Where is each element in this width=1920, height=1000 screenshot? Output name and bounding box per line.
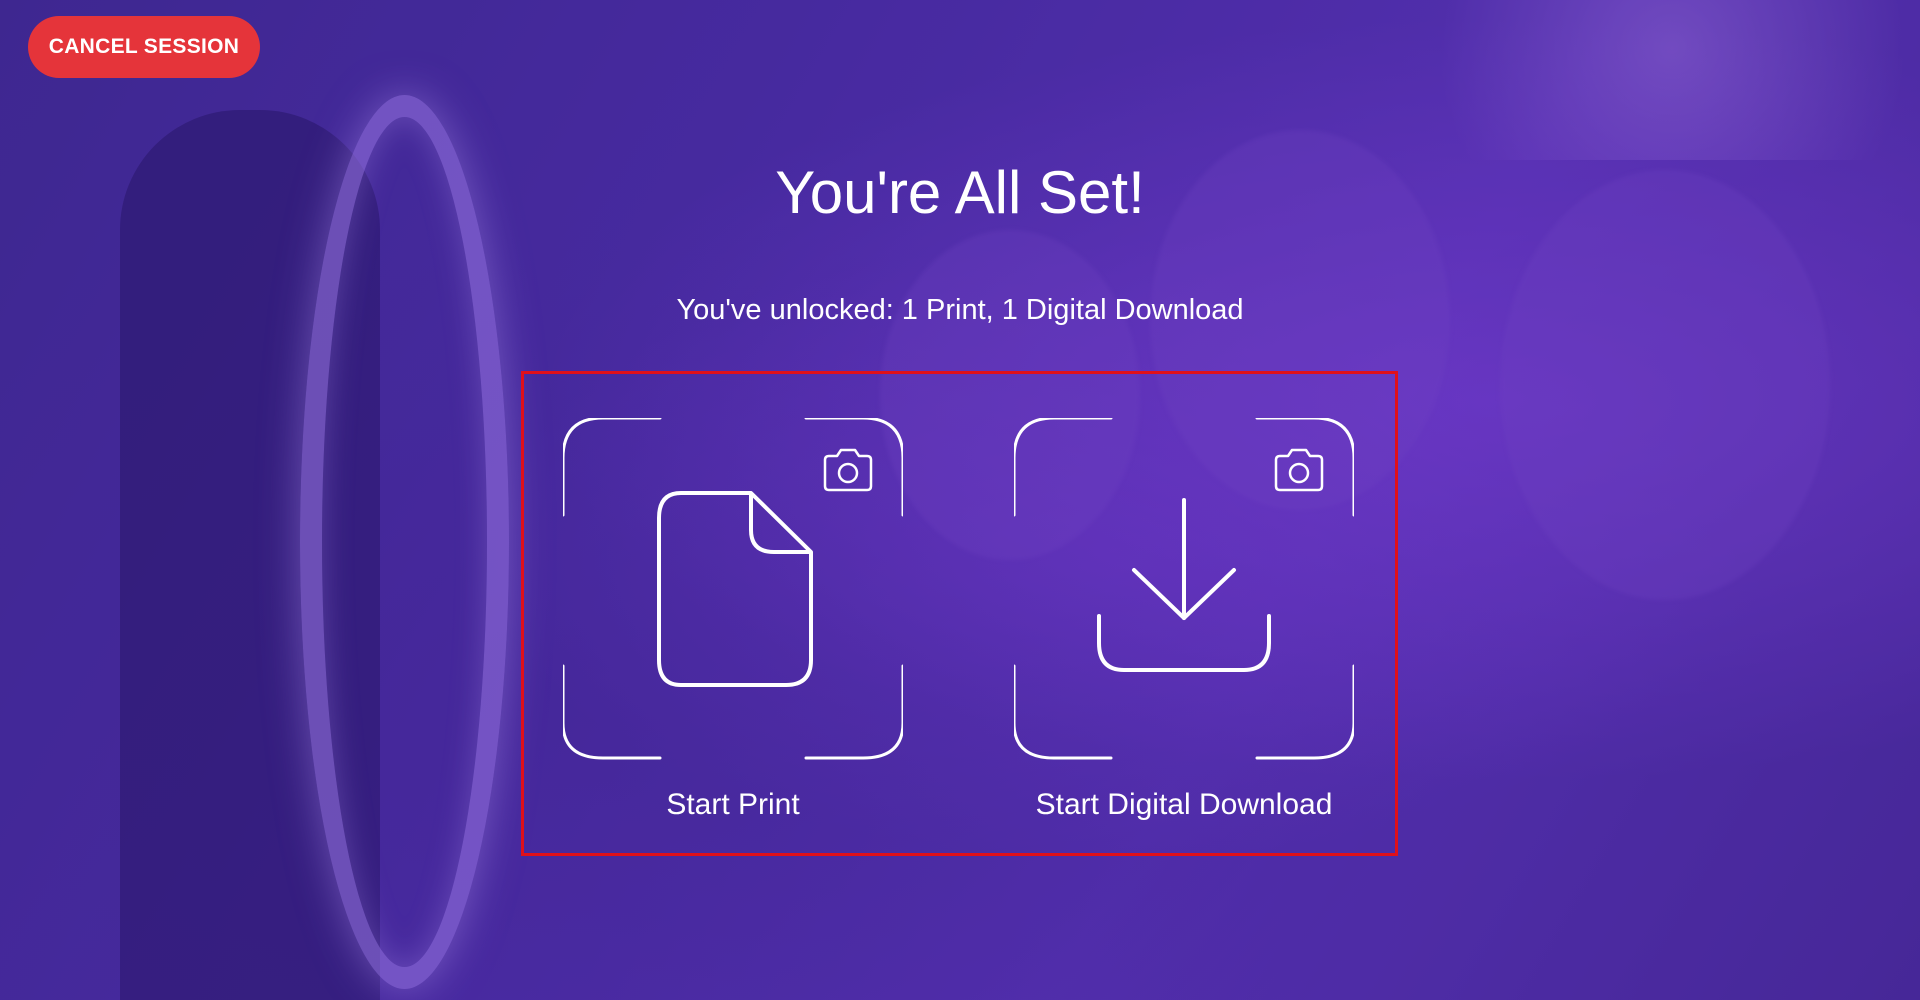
download-icon: [1097, 498, 1271, 672]
start-print-label: Start Print: [666, 788, 800, 821]
start-print-option[interactable]: Start Print: [563, 418, 903, 858]
unlocked-summary: You've unlocked: 1 Print, 1 Digital Down…: [676, 294, 1244, 326]
page-title: You're All Set!: [775, 159, 1145, 226]
start-digital-download-label: Start Digital Download: [1035, 788, 1333, 821]
camera-icon: [823, 448, 873, 492]
camera-icon: [1274, 448, 1324, 492]
start-digital-download-option[interactable]: Start Digital Download: [1014, 418, 1354, 858]
document-icon: [657, 491, 813, 687]
cancel-session-button[interactable]: CANCEL SESSION: [28, 16, 260, 78]
